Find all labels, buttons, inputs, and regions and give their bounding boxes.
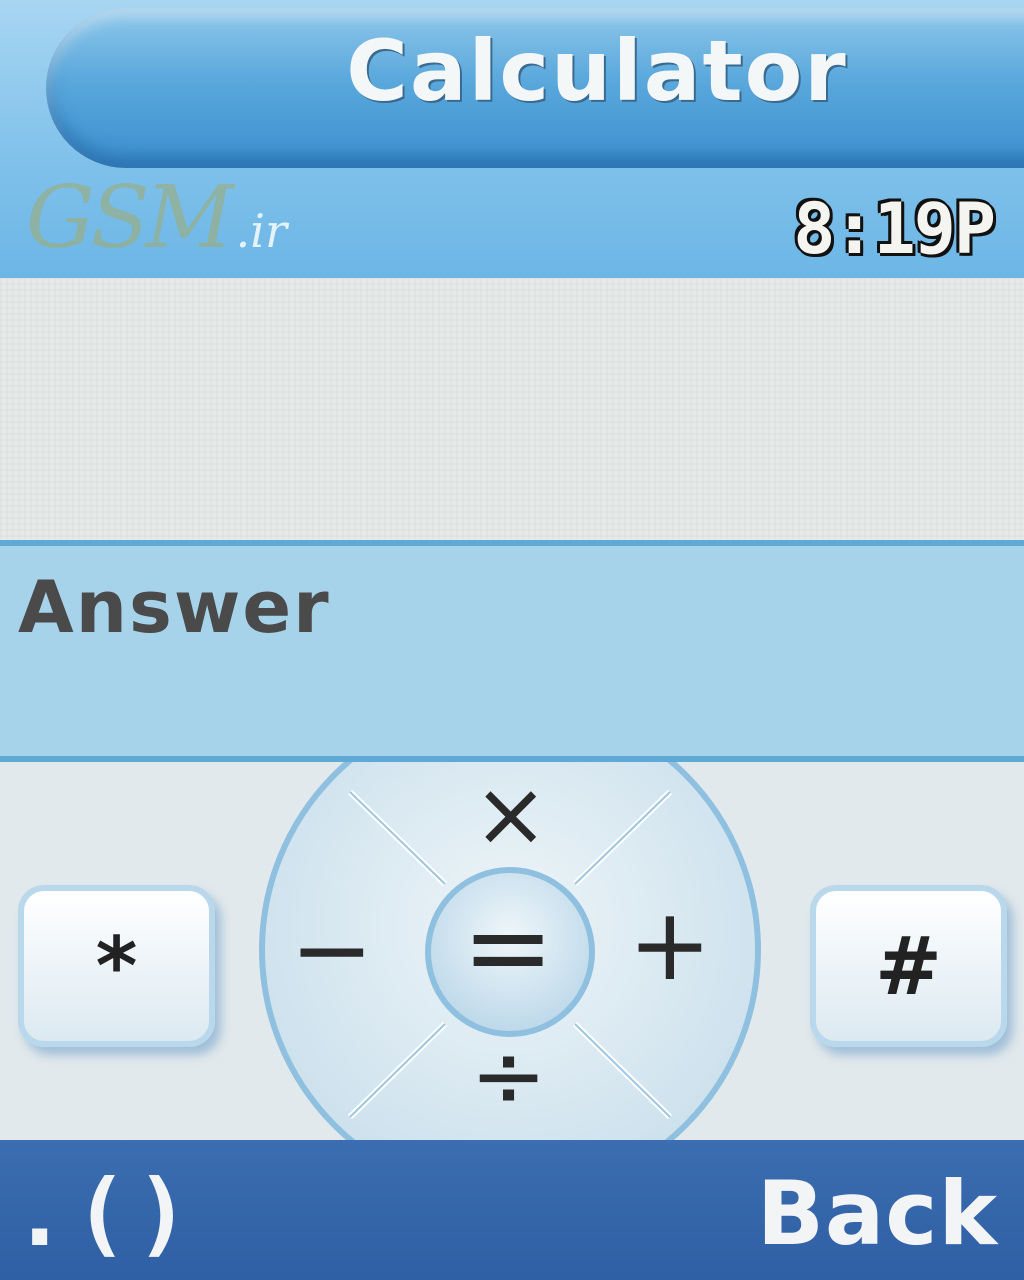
logo-suffix: .ir xyxy=(235,204,287,258)
hash-key-button[interactable]: # xyxy=(810,885,1007,1047)
equals-key[interactable]: = xyxy=(462,892,554,1002)
status-clock: 8:19P xyxy=(793,188,996,270)
left-softkey-button[interactable]: .() xyxy=(12,1160,196,1267)
logo-main: GSM xyxy=(26,168,234,268)
multiply-key[interactable]: × xyxy=(473,770,548,860)
page-title: Calculator xyxy=(346,22,848,120)
star-key-button[interactable]: * xyxy=(18,885,215,1047)
answer-label: Answer xyxy=(18,565,331,649)
expression-input[interactable] xyxy=(0,278,1024,543)
minus-key[interactable]: − xyxy=(290,900,374,1000)
divide-key[interactable]: ÷ xyxy=(470,1030,547,1122)
calculator-screen: Calculator GSM .ir 8:19P Answer * # × − … xyxy=(0,0,1024,1280)
gsm-watermark-logo: GSM .ir xyxy=(26,168,287,278)
back-softkey-button[interactable]: Back xyxy=(757,1162,998,1265)
plus-key[interactable]: + xyxy=(628,895,712,995)
